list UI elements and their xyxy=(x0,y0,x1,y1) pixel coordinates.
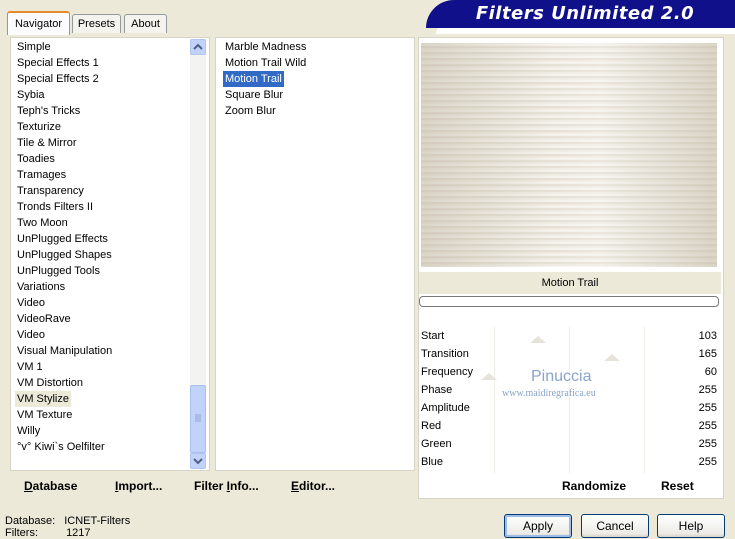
param-label: Amplitude xyxy=(421,402,470,414)
grip-icon xyxy=(195,414,201,422)
param-label: Red xyxy=(421,420,442,432)
filters-status-label: Filters: xyxy=(5,527,38,539)
param-row-amplitude[interactable]: Amplitude 255 xyxy=(421,399,717,417)
database-label: atabase xyxy=(32,479,78,493)
param-label: Transition xyxy=(421,348,469,360)
list-item[interactable]: Tronds Filters II xyxy=(17,199,93,215)
chevron-down-icon xyxy=(193,458,203,465)
chevron-up-icon xyxy=(193,43,203,50)
list-item[interactable]: VM Stylize xyxy=(15,391,71,407)
list-item[interactable]: Special Effects 2 xyxy=(17,71,99,87)
param-value: 103 xyxy=(698,330,717,342)
list-item[interactable]: Two Moon xyxy=(17,215,68,231)
list-item[interactable]: Willy xyxy=(17,423,40,439)
progress-bar xyxy=(419,296,719,307)
watermark-url: www.maidiregrafica.eu xyxy=(502,388,596,399)
list-item[interactable]: Variations xyxy=(17,279,65,295)
tab-navigator[interactable]: Navigator xyxy=(7,11,70,35)
param-value: 255 xyxy=(698,420,717,432)
list-item[interactable]: Motion Trail xyxy=(223,71,284,87)
param-row-red[interactable]: Red 255 xyxy=(421,417,717,435)
apply-button[interactable]: Apply xyxy=(504,514,572,538)
list-item[interactable]: Teph's Tricks xyxy=(17,103,80,119)
scroll-down-button[interactable] xyxy=(190,453,206,469)
list-item[interactable]: Texturize xyxy=(17,119,61,135)
param-label: Phase xyxy=(421,384,453,396)
database-button[interactable]: Database xyxy=(24,474,77,498)
app-title: Filters Unlimited 2.0 xyxy=(475,3,695,24)
filters-status-value: 1217 xyxy=(66,527,91,539)
editor-mnemonic: E xyxy=(291,479,300,493)
list-item[interactable]: Marble Madness xyxy=(225,39,306,55)
database-mnemonic: D xyxy=(24,479,33,493)
list-item[interactable]: VM Distortion xyxy=(17,375,83,391)
param-label: Frequency xyxy=(421,366,473,378)
cancel-button[interactable]: Cancel xyxy=(581,514,649,538)
param-row-start[interactable]: Start 103 xyxy=(421,327,717,345)
import-button[interactable]: Import... xyxy=(115,474,162,498)
category-scrollbar[interactable] xyxy=(190,39,206,469)
list-item[interactable]: Visual Manipulation xyxy=(17,343,112,359)
filter-info-label: nfo... xyxy=(230,479,259,493)
param-row-blue[interactable]: Blue 255 xyxy=(421,453,717,471)
preview-shading xyxy=(421,43,717,267)
param-value: 165 xyxy=(698,348,717,360)
param-value: 255 xyxy=(698,402,717,414)
filters-status: Filters: 1217 xyxy=(5,527,91,539)
database-status: Database: ICNET-Filters xyxy=(5,515,130,527)
param-value: 255 xyxy=(698,438,717,450)
filter-info-label-pre: Filter xyxy=(194,479,227,493)
watermark-name: Pinuccia xyxy=(531,368,592,385)
tab-about[interactable]: About xyxy=(124,14,167,33)
list-item[interactable]: Video xyxy=(17,327,45,343)
param-label: Green xyxy=(421,438,452,450)
param-value: 60 xyxy=(704,366,717,378)
list-item[interactable]: Square Blur xyxy=(225,87,283,103)
list-item[interactable]: UnPlugged Tools xyxy=(17,263,100,279)
database-status-value: ICNET-Filters xyxy=(64,515,131,527)
reset-button[interactable]: Reset xyxy=(661,474,694,498)
filter-title: Motion Trail xyxy=(419,272,721,294)
list-item[interactable]: UnPlugged Shapes xyxy=(17,247,112,263)
list-item[interactable]: Sybia xyxy=(17,87,45,103)
list-item[interactable]: Zoom Blur xyxy=(225,103,276,119)
scroll-thumb[interactable] xyxy=(190,385,206,453)
list-item[interactable]: Motion Trail Wild xyxy=(225,55,306,71)
list-item[interactable]: VM Texture xyxy=(17,407,72,423)
filter-info-button[interactable]: Filter Info... xyxy=(194,474,259,498)
param-label: Blue xyxy=(421,456,444,468)
list-item[interactable]: Simple xyxy=(17,39,51,55)
list-item[interactable]: Toadies xyxy=(17,151,55,167)
param-value: 255 xyxy=(698,384,717,396)
param-row-transition[interactable]: Transition 165 xyxy=(421,345,717,363)
list-item[interactable]: Video xyxy=(17,295,45,311)
editor-label: ditor... xyxy=(299,479,336,493)
list-item[interactable]: Transparency xyxy=(17,183,84,199)
list-item[interactable]: °v° Kiwi`s Oelfilter xyxy=(17,439,105,455)
scroll-up-button[interactable] xyxy=(190,39,206,55)
param-row-green[interactable]: Green 255 xyxy=(421,435,717,453)
param-value: 255 xyxy=(698,456,717,468)
randomize-button[interactable]: Randomize xyxy=(562,474,626,498)
help-button[interactable]: Help xyxy=(657,514,725,538)
bottom-toolbar: Database Import... Filter Info... Editor… xyxy=(10,474,413,498)
database-status-label: Database: xyxy=(5,515,56,527)
editor-button[interactable]: Editor... xyxy=(291,474,335,498)
tab-presets[interactable]: Presets xyxy=(72,14,121,33)
list-item[interactable]: VideoRave xyxy=(17,311,71,327)
import-label: mport... xyxy=(118,479,163,493)
list-item[interactable]: Special Effects 1 xyxy=(17,55,99,71)
list-item[interactable]: VM 1 xyxy=(17,359,43,375)
param-label: Start xyxy=(421,330,445,342)
list-item[interactable]: Tramages xyxy=(17,167,66,183)
list-item[interactable]: Tile & Mirror xyxy=(17,135,76,151)
list-item[interactable]: UnPlugged Effects xyxy=(17,231,108,247)
